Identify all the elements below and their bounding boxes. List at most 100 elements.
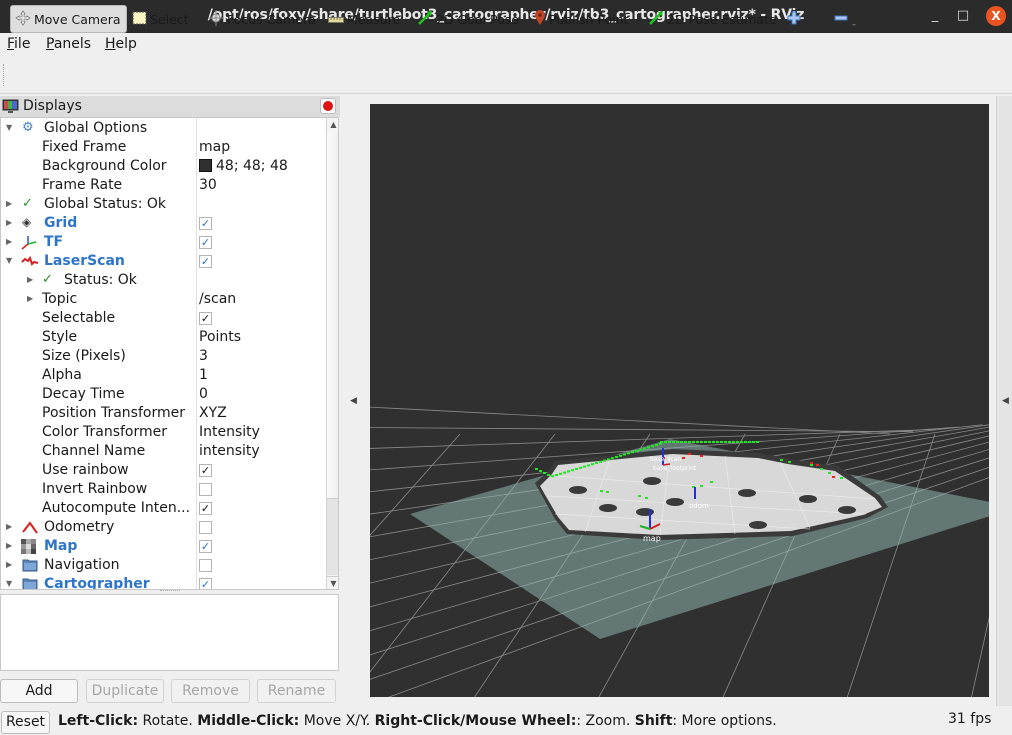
tree-row-selectable[interactable]: Selectable ✓: [1, 309, 326, 328]
expand-arrow-icon[interactable]: ▼: [6, 579, 12, 588]
tree-row-tf[interactable]: ▶ TF ✓: [1, 233, 326, 252]
row-value[interactable]: map: [199, 139, 230, 155]
reset-view-button[interactable]: Reset: [1, 711, 50, 734]
tree-row-map[interactable]: ▶ Map ✓: [1, 537, 326, 556]
tree-row-laserscan[interactable]: ▼ LaserScan ✓: [1, 252, 326, 271]
tools-toolbar: [0, 56, 1012, 94]
expand-arrow-icon[interactable]: ▶: [6, 560, 12, 569]
tool-move-camera[interactable]: Move Camera: [10, 5, 127, 33]
tree-row-position-transformer[interactable]: Position Transformer XYZ: [1, 404, 326, 423]
expand-arrow-icon[interactable]: ▶: [6, 237, 12, 246]
color-value: 48; 48; 48: [216, 158, 288, 174]
tree-row-background-color[interactable]: Background Color 48; 48; 48: [1, 157, 326, 176]
enable-checkbox[interactable]: ✓: [199, 578, 212, 589]
enable-checkbox[interactable]: ✓: [199, 255, 212, 268]
scroll-up-icon[interactable]: ▲: [327, 118, 338, 131]
row-name: Decay Time: [42, 386, 125, 402]
tree-row-frame-rate[interactable]: Frame Rate 30: [1, 176, 326, 195]
tree-row-size[interactable]: Size (Pixels) 3: [1, 347, 326, 366]
minimize-button[interactable]: _: [925, 6, 945, 26]
enable-checkbox[interactable]: ✓: [199, 236, 212, 249]
scan-point: [724, 441, 727, 443]
enable-checkbox[interactable]: ✓: [199, 217, 212, 230]
row-value[interactable]: Intensity: [199, 424, 260, 440]
menu-file[interactable]: File: [7, 36, 30, 52]
tool-2d-pose-estimate[interactable]: 2D Pose Estimate: [644, 5, 781, 33]
invert-rainbow-checkbox[interactable]: [199, 483, 212, 496]
scrollbar-thumb[interactable]: [327, 132, 338, 499]
tree-row-fixed-frame[interactable]: Fixed Frame map: [1, 138, 326, 157]
expand-arrow-icon[interactable]: ▼: [6, 123, 12, 132]
tree-row-style[interactable]: Style Points: [1, 328, 326, 347]
menu-bar: File Panels Help: [0, 33, 1012, 56]
enable-checkbox[interactable]: [199, 559, 212, 572]
expand-arrow-icon[interactable]: ▼: [6, 256, 12, 265]
selectable-checkbox[interactable]: ✓: [199, 312, 212, 325]
close-button[interactable]: X: [986, 6, 1006, 26]
tree-row-color-transformer[interactable]: Color Transformer Intensity: [1, 423, 326, 442]
enable-checkbox[interactable]: ✓: [199, 540, 212, 553]
row-value[interactable]: 0: [199, 386, 208, 402]
menu-help[interactable]: Help: [105, 36, 137, 52]
row-value[interactable]: 1: [199, 367, 208, 383]
enable-checkbox[interactable]: [199, 521, 212, 534]
use-rainbow-checkbox[interactable]: ✓: [199, 464, 212, 477]
add-tool-button[interactable]: [783, 5, 805, 33]
render-viewport-3d[interactable]: map odom base_scan base_footprint: [370, 104, 989, 697]
tree-row-cartographer[interactable]: ▼ Cartographer ✓: [1, 575, 326, 589]
scroll-down-icon[interactable]: ▼: [327, 576, 338, 589]
displays-tree[interactable]: ▼ ⚙ Global Options Fixed Frame map Backg…: [0, 117, 339, 590]
tool-measure[interactable]: Measure: [324, 5, 404, 33]
tree-scrollbar[interactable]: ▲ ▼: [326, 118, 338, 589]
row-name: Map: [44, 538, 78, 554]
tree-row-grid[interactable]: ▶ ◈ Grid ✓: [1, 214, 326, 233]
row-value[interactable]: XYZ: [199, 405, 227, 421]
row-value[interactable]: 30: [199, 177, 217, 193]
tree-row-alpha[interactable]: Alpha 1: [1, 366, 326, 385]
remove-tool-button[interactable]: [830, 5, 860, 33]
expand-arrow-icon[interactable]: ▶: [27, 294, 33, 303]
expand-arrow-icon[interactable]: ▶: [6, 218, 12, 227]
panel-splitter[interactable]: [160, 590, 180, 593]
tree-row-global-options[interactable]: ▼ ⚙ Global Options: [1, 119, 326, 138]
toolbar-grip[interactable]: [3, 64, 6, 86]
collapse-left-icon[interactable]: ◀: [350, 396, 357, 406]
tool-focus-camera[interactable]: Focus Camera: [204, 5, 320, 33]
tree-row-global-status[interactable]: ▶ ✓ Global Status: Ok: [1, 195, 326, 214]
expand-arrow-icon[interactable]: ▶: [27, 275, 33, 284]
menu-panels[interactable]: Panels: [46, 36, 91, 52]
duplicate-display-button[interactable]: Duplicate: [86, 679, 164, 703]
row-value[interactable]: 3: [199, 348, 208, 364]
tool-select[interactable]: Select: [128, 5, 193, 33]
autocompute-checkbox[interactable]: ✓: [199, 502, 212, 515]
tool-publish-point[interactable]: Publish Point: [530, 5, 633, 33]
close-panel-button[interactable]: [320, 98, 336, 114]
scan-point: [643, 447, 646, 450]
tree-row-navigation[interactable]: ▶ Navigation: [1, 556, 326, 575]
scrollbar-trough[interactable]: [327, 499, 338, 575]
3d-scene[interactable]: map odom base_scan base_footprint: [370, 104, 989, 697]
remove-display-button[interactable]: Remove: [171, 679, 250, 703]
tree-row-topic[interactable]: ▶ Topic /scan: [1, 290, 326, 309]
expand-arrow-icon[interactable]: ▶: [6, 541, 12, 550]
tree-row-autocompute-intensity[interactable]: Autocompute Inten... ✓: [1, 499, 326, 518]
obstacle-pillar: [738, 489, 756, 497]
row-value[interactable]: Points: [199, 329, 241, 345]
add-display-button[interactable]: Add: [0, 679, 78, 703]
maximize-button[interactable]: □: [953, 6, 973, 26]
tree-row-decay-time[interactable]: Decay Time 0: [1, 385, 326, 404]
row-value[interactable]: 48; 48; 48: [199, 158, 288, 174]
expand-arrow-icon[interactable]: ▶: [6, 199, 12, 208]
collapse-right-icon[interactable]: ◀: [1002, 396, 1009, 406]
tree-row-invert-rainbow[interactable]: Invert Rainbow: [1, 480, 326, 499]
tool-2d-goal-pose[interactable]: 2D Goal Pose: [413, 5, 523, 33]
tree-row-laserscan-status[interactable]: ▶ ✓ Status: Ok: [1, 271, 326, 290]
row-value[interactable]: intensity: [199, 443, 260, 459]
tree-row-use-rainbow[interactable]: Use rainbow ✓: [1, 461, 326, 480]
tree-row-odometry[interactable]: ▶ Odometry: [1, 518, 326, 537]
rename-display-button[interactable]: Rename: [257, 679, 336, 703]
row-value[interactable]: /scan: [199, 291, 236, 307]
scan-point: [832, 476, 835, 478]
expand-arrow-icon[interactable]: ▶: [6, 522, 12, 531]
tree-row-channel-name[interactable]: Channel Name intensity: [1, 442, 326, 461]
